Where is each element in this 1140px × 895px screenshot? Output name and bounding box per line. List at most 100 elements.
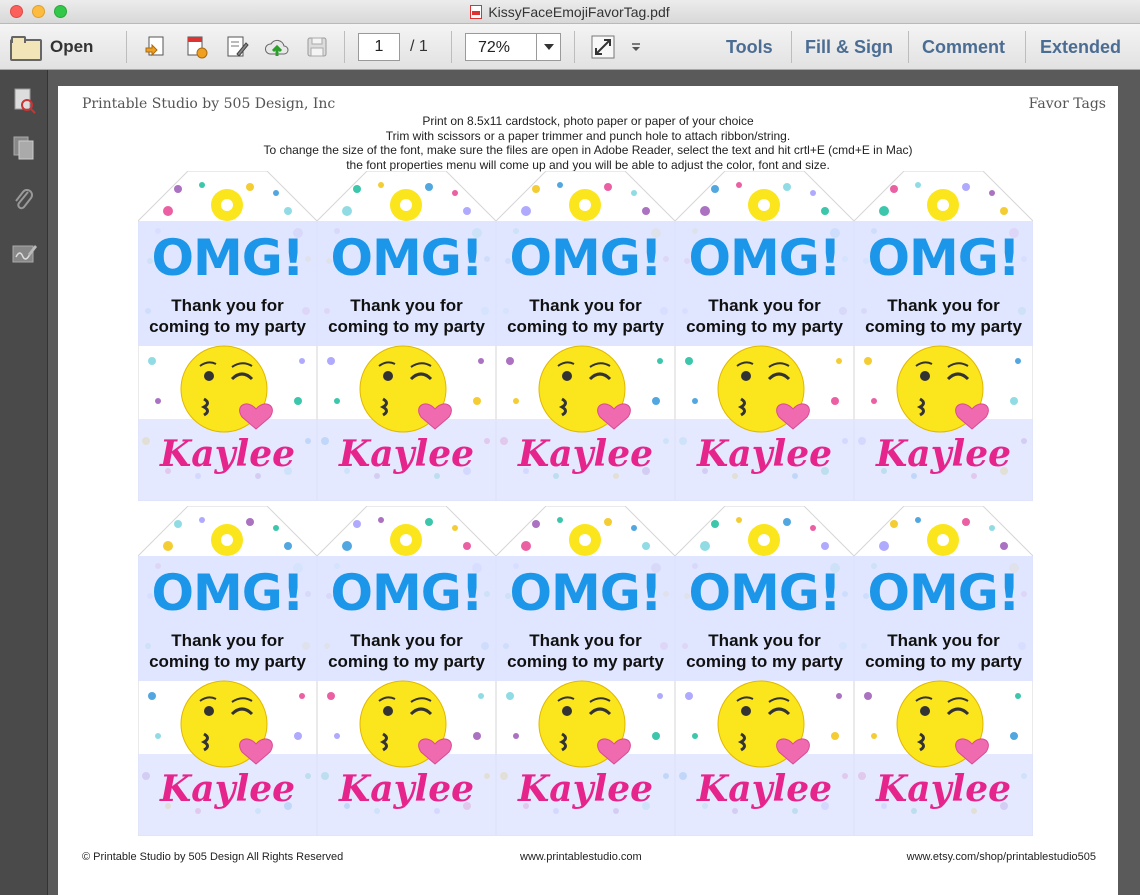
page-thumbnails-icon[interactable] <box>10 86 38 114</box>
tag-message: Thank you for coming to my party <box>138 630 317 672</box>
pdf-page: Printable Studio by 505 Design, Inc Favo… <box>58 86 1118 895</box>
upload-cloud-icon[interactable] <box>264 34 290 60</box>
edit-document-icon[interactable] <box>224 34 250 60</box>
favor-tag: OMG! Thank you for coming to my party Kayle… <box>854 171 1033 501</box>
copy-pages-icon[interactable] <box>10 134 38 162</box>
favor-tag: OMG! Thank you for coming to my party Kayle… <box>675 171 854 501</box>
tag-headline: OMG! <box>330 229 483 287</box>
window-title: KissyFaceEmojiFavorTag.pdf <box>0 4 1140 20</box>
tag-message: Thank you for coming to my party <box>675 295 854 337</box>
favor-tag: OMG! Thank you for coming to my party Kayle… <box>317 171 496 501</box>
favor-tag: OMG! Thank you for coming to my party Kayle… <box>138 506 317 836</box>
tag-name: Kaylee <box>875 433 1012 475</box>
toolbar-menu-icon[interactable] <box>626 34 646 60</box>
tag-message-line: Thank you for <box>708 631 821 650</box>
footer-etsy-link: www.etsy.com/shop/printablestudio505 <box>906 851 1096 863</box>
window-title-text: KissyFaceEmojiFavorTag.pdf <box>488 4 670 20</box>
tag-message-line: coming to my party <box>686 317 843 336</box>
tag-name: Kaylee <box>159 433 296 475</box>
tag-message: Thank you for coming to my party <box>675 630 854 672</box>
page-number-input[interactable]: 1 <box>358 33 400 61</box>
zoom-select[interactable]: 72% <box>465 33 561 61</box>
signature-icon[interactable] <box>10 240 38 268</box>
toolbar-divider <box>1025 31 1026 63</box>
favor-tag: OMG! Thank you for coming to my party Kayle… <box>854 506 1033 836</box>
favor-tag: OMG! Thank you for coming to my party Kayle… <box>317 506 496 836</box>
tab-fill-sign[interactable]: Fill & Sign <box>805 37 893 58</box>
chevron-down-icon[interactable] <box>536 34 560 60</box>
tag-message-line: Thank you for <box>350 631 463 650</box>
tag-headline: OMG! <box>509 229 662 287</box>
tag-message-line: coming to my party <box>328 652 485 671</box>
create-pdf-icon[interactable] <box>143 34 169 60</box>
zoom-value: 72% <box>478 39 511 56</box>
tag-message-line: Thank you for <box>171 296 284 315</box>
tag-headline: OMG! <box>867 229 1020 287</box>
tag-message: Thank you for coming to my party <box>317 630 496 672</box>
favor-tag: OMG! Thank you for coming to my party Kayle… <box>496 171 675 501</box>
toolbar-divider <box>344 31 345 63</box>
tag-message: Thank you for coming to my party <box>496 630 675 672</box>
tag-message-line: coming to my party <box>865 317 1022 336</box>
instruction-line: Print on 8.5x11 cardstock, photo paper o… <box>422 114 754 128</box>
instruction-line: To change the size of the font, make sur… <box>263 143 913 157</box>
tag-message-line: coming to my party <box>149 317 306 336</box>
tag-message-line: coming to my party <box>865 652 1022 671</box>
favor-tag: OMG! Thank you for coming to my party Kayle… <box>138 171 317 501</box>
tag-message: Thank you for coming to my party <box>496 295 675 337</box>
tag-message-line: Thank you for <box>887 631 1000 650</box>
toolbar: Open 1 / 1 72% Tools Fill & Sign Comment… <box>0 24 1140 70</box>
toolbar-divider <box>574 31 575 63</box>
page-total: / 1 <box>410 38 428 55</box>
toolbar-divider <box>451 31 452 63</box>
toolbar-divider <box>791 31 792 63</box>
tag-message-line: Thank you for <box>171 631 284 650</box>
tag-message-line: coming to my party <box>328 317 485 336</box>
open-label: Open <box>50 37 94 56</box>
toolbar-divider <box>126 31 127 63</box>
tag-message: Thank you for coming to my party <box>854 295 1033 337</box>
tag-message-line: coming to my party <box>149 652 306 671</box>
tag-message-line: Thank you for <box>350 296 463 315</box>
tag-headline: OMG! <box>688 564 841 622</box>
tag-message-line: Thank you for <box>529 631 642 650</box>
tag-message: Thank you for coming to my party <box>138 295 317 337</box>
tag-message-line: Thank you for <box>529 296 642 315</box>
tag-message: Thank you for coming to my party <box>317 295 496 337</box>
instruction-line: the font properties menu will come up an… <box>346 157 830 172</box>
tag-message-line: coming to my party <box>686 652 843 671</box>
fit-page-icon[interactable] <box>590 34 616 60</box>
open-button[interactable]: Open <box>10 34 94 61</box>
header-right: Favor Tags <box>1028 96 1106 112</box>
toolbar-divider <box>908 31 909 63</box>
footer-website: www.printablestudio.com <box>520 851 642 863</box>
tab-tools[interactable]: Tools <box>726 37 773 58</box>
tag-name: Kaylee <box>338 768 475 810</box>
attachment-icon[interactable] <box>10 186 38 214</box>
favor-tag: OMG! Thank you for coming to my party Kayle… <box>675 506 854 836</box>
tag-headline: OMG! <box>688 229 841 287</box>
tag-name: Kaylee <box>696 433 833 475</box>
header-left: Printable Studio by 505 Design, Inc <box>82 96 336 112</box>
tag-message-line: Thank you for <box>708 296 821 315</box>
save-icon[interactable] <box>304 34 330 60</box>
tag-name: Kaylee <box>696 768 833 810</box>
tag-name: Kaylee <box>159 768 296 810</box>
tag-name: Kaylee <box>338 433 475 475</box>
tag-headline: OMG! <box>151 229 304 287</box>
tag-message-line: coming to my party <box>507 317 664 336</box>
footer-copyright: © Printable Studio by 505 Design All Rig… <box>82 851 344 863</box>
tag-headline: OMG! <box>151 564 304 622</box>
favor-tag: OMG! Thank you for coming to my party Kayle… <box>496 506 675 836</box>
export-pdf-icon[interactable] <box>183 34 209 60</box>
print-instructions: Print on 8.5x11 cardstock, photo paper o… <box>58 114 1118 172</box>
tag-name: Kaylee <box>517 768 654 810</box>
tab-extended[interactable]: Extended <box>1040 37 1121 58</box>
tab-comment[interactable]: Comment <box>922 37 1005 58</box>
tag-message: Thank you for coming to my party <box>854 630 1033 672</box>
tag-message-line: Thank you for <box>887 296 1000 315</box>
favor-tag-grid: OMG! Thank you for coming to my party Kayle… <box>138 171 1036 839</box>
folder-icon <box>10 36 42 61</box>
instruction-line: Trim with scissors or a paper trimmer an… <box>385 128 791 143</box>
tag-headline: OMG! <box>509 564 662 622</box>
